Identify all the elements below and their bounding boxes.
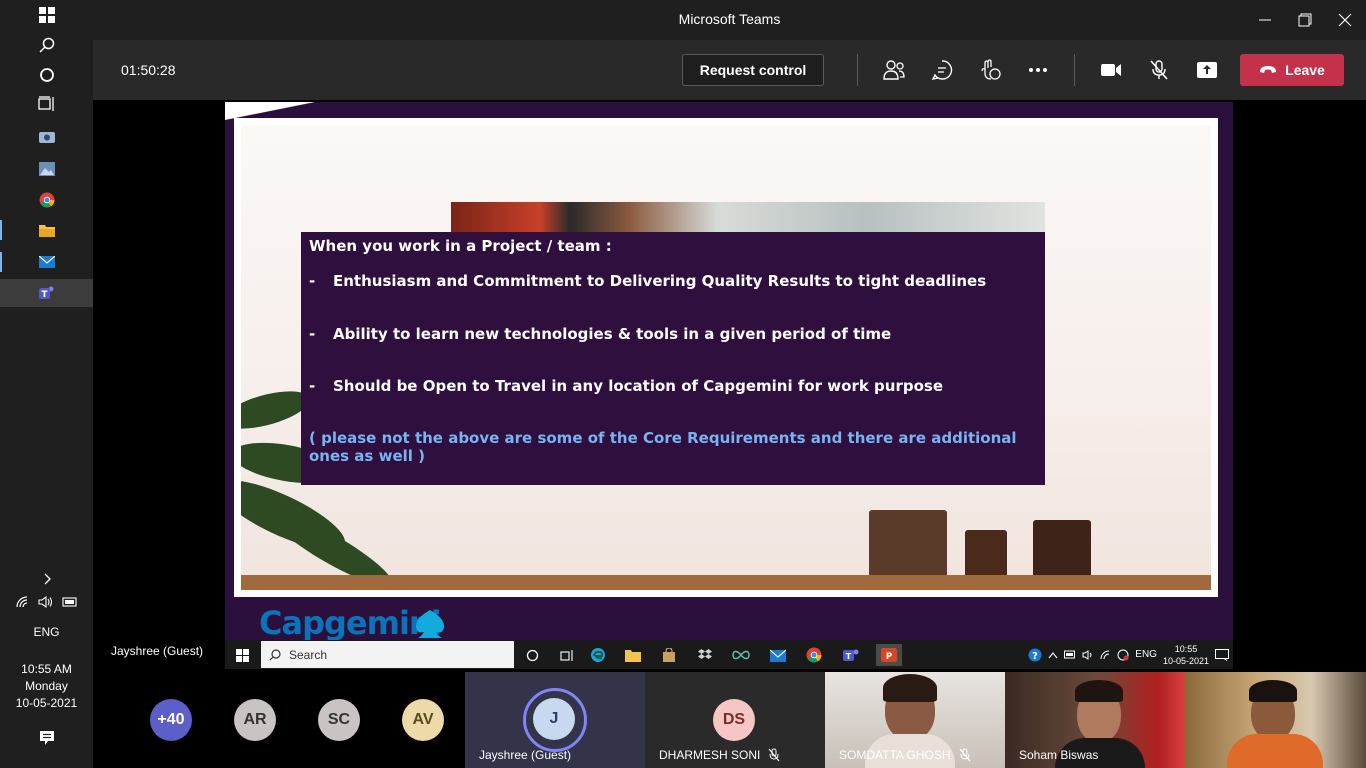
battery-icon[interactable]	[61, 596, 78, 611]
search-icon	[269, 648, 281, 660]
chrome-icon[interactable]	[803, 644, 825, 666]
participants-icon[interactable]	[880, 56, 908, 84]
slide-heading: When you work in a Project / team :	[309, 237, 612, 255]
cortana-icon[interactable]	[0, 61, 93, 89]
participant-video-tile[interactable]: Soham Biswas	[1005, 672, 1185, 768]
help-icon[interactable]: ?	[1028, 648, 1042, 662]
reactions-icon[interactable]	[976, 56, 1004, 84]
slide-note: ( please not the above are some of the C…	[309, 429, 1017, 465]
cortana-icon[interactable]	[521, 644, 543, 666]
battery-icon[interactable]	[1064, 650, 1076, 659]
meeting-controls-bar: 01:50:28 Request control Leave	[93, 40, 1366, 100]
leave-label: Leave	[1285, 62, 1325, 78]
teams-app-icon[interactable]: T	[840, 644, 862, 666]
participant-name: Soham Biswas	[1019, 748, 1099, 762]
minimize-button[interactable]	[1253, 8, 1277, 32]
participant-avatar[interactable]: SC	[318, 699, 360, 741]
inner-tray-language[interactable]: ENG	[1135, 649, 1157, 660]
taskbar-search-box[interactable]: Search	[261, 641, 514, 668]
restore-button[interactable]	[1293, 8, 1317, 32]
share-screen-icon[interactable]	[1193, 56, 1221, 84]
chevron-up-icon[interactable]	[1048, 651, 1058, 659]
participant-name: Jayshree (Guest)	[479, 748, 572, 762]
leave-button[interactable]: Leave	[1240, 54, 1344, 86]
chrome-icon[interactable]	[0, 186, 93, 214]
svg-text:T: T	[846, 652, 852, 661]
edge-icon[interactable]	[587, 644, 609, 666]
slide-bullet: - Should be Open to Travel in any locatio…	[309, 377, 944, 395]
svg-text:T: T	[41, 290, 48, 300]
teams-window: Microsoft Teams 01:50:28 Request control	[93, 0, 1366, 768]
presentation-slide: When you work in a Project / team : - Ent…	[234, 118, 1218, 597]
notifications-icon[interactable]	[0, 724, 93, 752]
mail-icon[interactable]	[767, 644, 789, 666]
participant-gallery: +40 AR SC AV J Jayshree (Guest) DS DHARM…	[93, 672, 1366, 768]
meeting-timer: 01:50:28	[121, 62, 176, 78]
title-bar: Microsoft Teams	[93, 0, 1366, 40]
powerpoint-icon[interactable]: P	[876, 644, 902, 666]
tray-language[interactable]: ENG	[0, 624, 93, 641]
chevron-right-icon[interactable]	[0, 565, 93, 593]
camera-app-icon[interactable]	[0, 123, 93, 151]
more-participants-button[interactable]: +40	[150, 699, 192, 741]
task-view-icon[interactable]	[0, 90, 93, 118]
camera-icon[interactable]	[1097, 56, 1125, 84]
dropbox-icon[interactable]	[694, 644, 716, 666]
store-icon[interactable]	[658, 644, 680, 666]
photos-app-icon[interactable]	[0, 155, 93, 183]
wifi-icon[interactable]	[15, 596, 30, 611]
close-button[interactable]	[1333, 8, 1357, 32]
presenter-name-label: Jayshree (Guest)	[111, 644, 204, 658]
slide-bullet: - Enthusiasm and Commitment to Delivering…	[309, 272, 987, 290]
volume-icon[interactable]	[1082, 649, 1094, 660]
participant-video-tile[interactable]	[1185, 672, 1366, 768]
task-view-icon[interactable]	[556, 644, 578, 666]
hang-up-icon	[1260, 66, 1277, 73]
window-title: Microsoft Teams	[678, 11, 781, 27]
microphone-muted-icon[interactable]	[1145, 56, 1173, 84]
participant-avatar[interactable]: AR	[234, 699, 276, 741]
request-control-button[interactable]: Request control	[682, 54, 824, 86]
search-icon[interactable]	[0, 31, 93, 59]
slide-bullet: - Ability to learn new technologies & too…	[309, 325, 892, 343]
windows-start-icon[interactable]	[0, 1, 93, 29]
action-center-icon[interactable]	[1215, 648, 1229, 661]
mic-muted-icon	[768, 748, 780, 762]
taskbar-clock[interactable]: 10:55 AM Monday 10-05-2021	[0, 661, 93, 712]
file-explorer-icon[interactable]	[0, 216, 93, 244]
participant-avatar: J	[533, 698, 575, 740]
search-placeholder: Search	[289, 647, 328, 662]
participant-avatar: DS	[713, 699, 755, 741]
clock-day: Monday	[25, 679, 68, 693]
mail-icon[interactable]	[0, 248, 93, 276]
svg-text:P: P	[886, 652, 893, 662]
infinity-app-icon[interactable]	[730, 644, 752, 666]
windows-start-icon[interactable]	[231, 644, 253, 666]
participant-name: DHARMESH SONI	[659, 748, 761, 762]
participant-tile[interactable]: J Jayshree (Guest)	[465, 672, 645, 768]
inner-windows-taskbar: Search T P ? ENG 10:55 10-05-2021	[225, 640, 1233, 669]
inner-system-tray: ? ENG 10:55 10-05-2021	[1028, 640, 1229, 669]
file-explorer-icon[interactable]	[622, 644, 644, 666]
clock-date: 10-05-2021	[15, 696, 78, 710]
clock-time: 10:55 AM	[21, 662, 72, 676]
windows-taskbar: T ENG 10:55 AM Monday 10-05-2021	[0, 0, 93, 768]
security-alert-icon[interactable]	[1117, 649, 1129, 661]
more-options-icon[interactable]	[1024, 56, 1052, 84]
chat-icon[interactable]	[928, 56, 956, 84]
capgemini-spade-icon	[416, 610, 444, 638]
system-tray	[0, 595, 93, 611]
svg-text:?: ?	[1032, 651, 1038, 662]
participant-tile[interactable]: DS DHARMESH SONI	[645, 672, 825, 768]
slide-text-box: When you work in a Project / team : - Ent…	[301, 232, 1045, 485]
shared-screen: When you work in a Project / team : - Ent…	[225, 102, 1233, 669]
volume-icon[interactable]	[37, 595, 54, 611]
mic-muted-icon	[959, 748, 971, 762]
wifi-icon[interactable]	[1100, 650, 1111, 660]
participant-name: SOMDATTA GHOSH	[839, 748, 951, 762]
teams-app-icon[interactable]: T	[0, 279, 93, 307]
participant-video-tile[interactable]: SOMDATTA GHOSH	[825, 672, 1005, 768]
participant-avatar[interactable]: AV	[402, 699, 444, 741]
inner-taskbar-clock[interactable]: 10:55 10-05-2021	[1163, 643, 1209, 667]
